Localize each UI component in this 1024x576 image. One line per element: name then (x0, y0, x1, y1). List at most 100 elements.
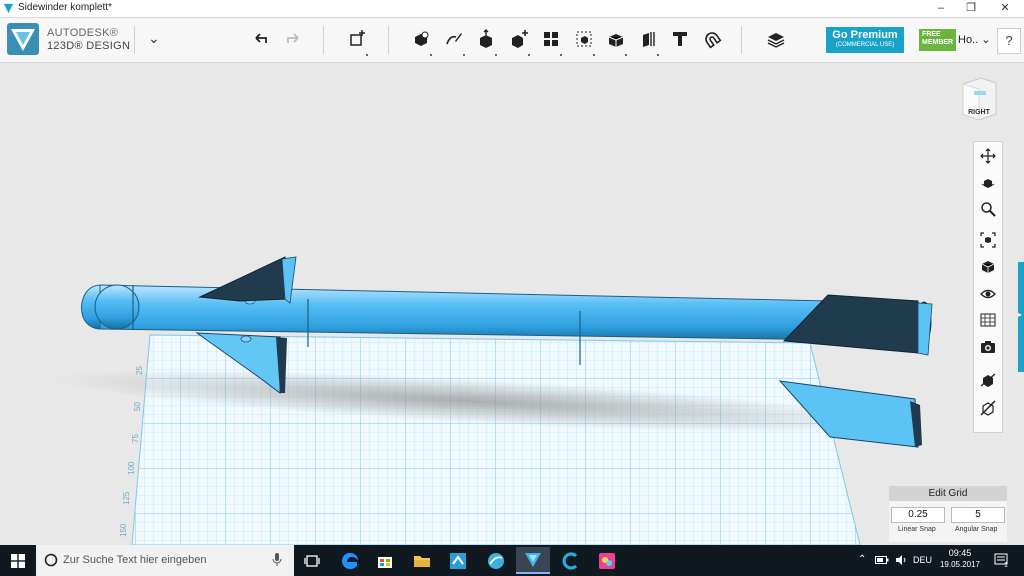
user-menu-chevron-down-icon: ⌄ (981, 34, 991, 46)
taskbar-123d-design[interactable] (516, 547, 550, 574)
material-grid-icon (980, 313, 996, 327)
fit-view-icon (980, 232, 996, 248)
app-menu-chevron-down-icon[interactable]: ⌄ (148, 30, 160, 47)
brand-product: 123D® DESIGN (47, 40, 131, 52)
tray-language[interactable]: DEU (913, 555, 932, 565)
redo-button[interactable] (280, 26, 306, 52)
hide-icon (980, 400, 996, 416)
microphone-icon (272, 553, 282, 566)
pattern-icon (544, 32, 558, 46)
go-premium-button[interactable]: Go Premium (COMMERCIAL USE) (826, 27, 904, 53)
primitives-button[interactable] (408, 26, 434, 56)
minimize-button[interactable]: – (926, 0, 956, 17)
battery-icon[interactable] (875, 555, 889, 565)
notification-count-badge: 1 (1004, 562, 1008, 569)
combine-icon (608, 34, 624, 47)
scene-canvas[interactable]: 25 50 75 100 125 150 (0, 63, 1024, 545)
text-icon (673, 32, 687, 46)
store-bag-icon (378, 556, 392, 568)
angular-snap-label: Angular Snap (955, 526, 998, 533)
linear-snap-field[interactable]: 0.25 (891, 507, 945, 523)
view-style-button[interactable] (978, 257, 998, 277)
grid-tick-label: 125 (122, 491, 131, 505)
search-placeholder: Zur Suche Text hier eingeben (63, 554, 207, 566)
combine-button[interactable] (603, 26, 629, 56)
brand-autodesk: AUTODESK® (47, 27, 119, 39)
side-panel-chevron-icon: ▸ (1018, 310, 1023, 319)
123d-design-icon (525, 552, 541, 567)
taskbar-app-paint[interactable] (590, 547, 624, 574)
folder-icon (414, 555, 430, 567)
text-button[interactable] (667, 26, 693, 52)
window-title: Sidewinder komplett* (18, 2, 112, 13)
orbit-icon (981, 179, 995, 188)
taskbar-explorer[interactable] (405, 547, 439, 574)
c-app-icon (562, 551, 578, 570)
taskbar-search-input[interactable]: Zur Suche Text hier eingeben (36, 545, 294, 576)
material-layers-icon (767, 33, 785, 48)
cortana-circle-icon (44, 553, 58, 567)
start-button[interactable] (0, 545, 36, 576)
volume-icon[interactable] (895, 554, 907, 566)
measure-icon (643, 32, 655, 47)
tray-clock-time[interactable]: 09:45 (945, 548, 975, 558)
go-premium-label: Go Premium (832, 29, 898, 41)
windows-logo-icon (11, 553, 25, 568)
pan-button[interactable] (978, 146, 998, 166)
edit-grid-button[interactable]: Edit Grid (889, 486, 1007, 501)
primitive-shapes-icon (415, 31, 429, 46)
zoom-button[interactable] (978, 199, 998, 219)
grouping-button[interactable] (571, 26, 597, 56)
pattern-button[interactable] (538, 26, 564, 56)
construct-button[interactable] (473, 26, 499, 56)
screenshot-button[interactable] (978, 337, 998, 357)
taskbar-edge[interactable] (333, 547, 367, 574)
taskbar-app-c[interactable] (554, 547, 588, 574)
visibility-button[interactable] (978, 284, 998, 304)
redo-icon (287, 33, 299, 43)
app-logo-icon[interactable] (7, 23, 39, 55)
fit-view-button[interactable] (978, 230, 998, 250)
view-cube[interactable]: RIGHT (960, 76, 998, 122)
view-cube-face-label: RIGHT (968, 109, 991, 116)
modify-button[interactable] (506, 26, 532, 56)
grid-tick-label: 50 (133, 402, 142, 411)
undo-button[interactable] (248, 26, 274, 52)
task-view-button[interactable] (295, 547, 329, 574)
grid-tick-label: 150 (119, 523, 128, 537)
shaded-cube-icon (981, 261, 995, 273)
tray-clock-date[interactable]: 19.05.2017 (938, 560, 982, 569)
sketch-button[interactable] (441, 26, 467, 56)
taskbar-app-sphere[interactable] (479, 547, 513, 574)
add-box-icon (350, 30, 365, 46)
snap-magnet-icon (705, 32, 722, 49)
section-view-button[interactable] (978, 370, 998, 390)
angular-snap-field[interactable]: 5 (951, 507, 1005, 523)
material-button[interactable] (763, 26, 789, 52)
close-button[interactable]: ✕ (990, 0, 1020, 17)
section-cut-icon (980, 373, 996, 387)
measure-button[interactable] (635, 26, 661, 56)
new-primitive-button[interactable] (344, 26, 370, 56)
sketch-pen-icon (446, 33, 462, 45)
3d-viewport[interactable]: 25 50 75 100 125 150 (0, 63, 1024, 545)
hide-sketch-button[interactable] (978, 398, 998, 418)
tray-overflow-icon[interactable]: ⌃ (858, 554, 866, 565)
eye-icon (980, 289, 996, 299)
navigation-bar (973, 141, 1003, 433)
maximize-button[interactable]: ❐ (956, 0, 986, 17)
camera-icon (981, 341, 995, 353)
task-view-icon (304, 554, 320, 567)
taskbar-app-blue[interactable] (441, 547, 475, 574)
snap-button[interactable] (699, 26, 725, 52)
orbit-button[interactable] (978, 173, 998, 193)
user-menu[interactable]: Ho.. ⌄ (958, 33, 990, 46)
taskbar-store[interactable] (368, 547, 402, 574)
magnifier-icon (981, 202, 996, 217)
help-button[interactable]: ? (997, 28, 1021, 54)
edit-grid-panel: Edit Grid 0.25 5 Linear Snap Angular Sna… (889, 486, 1007, 542)
material-view-button[interactable] (978, 310, 998, 330)
windows-taskbar: Zur Suche Text hier eingeben ⌃ (0, 545, 1024, 576)
pan-arrows-icon (980, 148, 996, 164)
paint-app-icon (599, 552, 615, 569)
